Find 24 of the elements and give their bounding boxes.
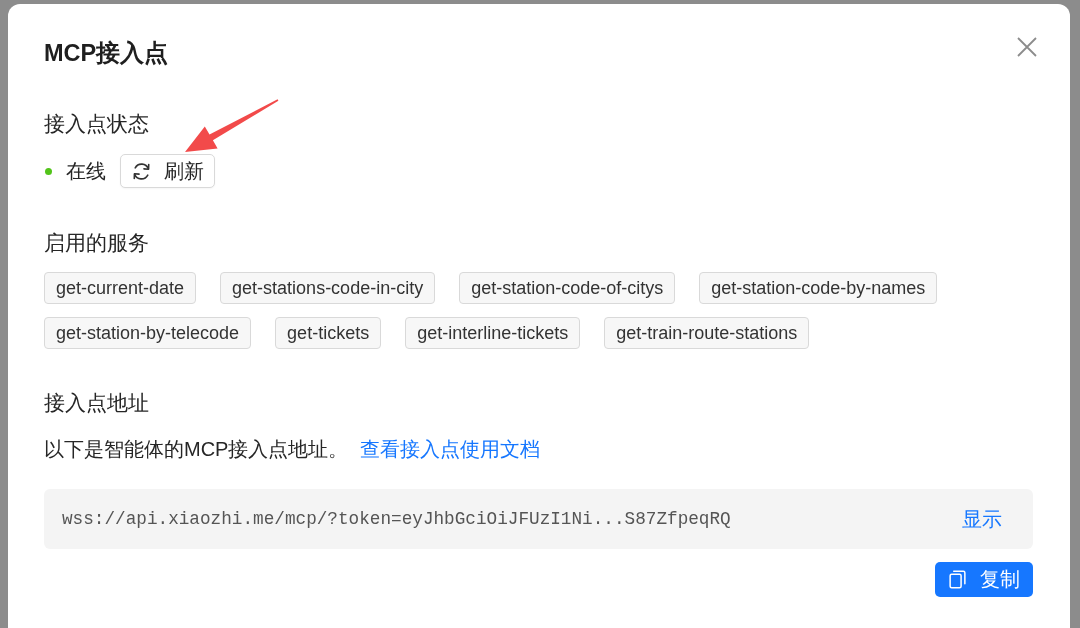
dialog-title: MCP接入点 bbox=[44, 39, 169, 68]
copy-icon bbox=[949, 570, 966, 589]
doc-link[interactable]: 查看接入点使用文档 bbox=[360, 436, 541, 462]
refresh-icon bbox=[132, 161, 151, 181]
status-label: 在线 bbox=[66, 159, 106, 184]
service-tag: get-stations-code-in-city bbox=[220, 272, 436, 304]
service-tag: get-station-code-by-names bbox=[699, 272, 938, 304]
show-link[interactable]: 显示 bbox=[962, 505, 1002, 533]
section-heading: 接入点地址 bbox=[44, 390, 150, 416]
refresh-button[interactable]: 刷新 bbox=[120, 154, 215, 188]
copy-button[interactable]: 复制 bbox=[935, 562, 1033, 597]
service-tag: get-train-route-stations bbox=[604, 317, 810, 349]
section-heading: 接入点状态 bbox=[44, 111, 150, 137]
service-tag: get-station-code-of-citys bbox=[459, 272, 676, 304]
close-icon[interactable] bbox=[1017, 37, 1037, 57]
address-description: 以下是智能体的MCP接入点地址。 bbox=[44, 437, 349, 462]
endpoint-address-text: wss://api.xiaozhi.me/mcp/?token=eyJhbGciOiJFUzI1Ni...S87ZfpeqRQ bbox=[62, 509, 731, 529]
service-tag: get-tickets bbox=[275, 317, 382, 349]
service-tag: get-station-by-telecode bbox=[44, 317, 252, 349]
endpoint-address-field[interactable]: wss://api.xiaozhi.me/mcp/?token=eyJhbGciOiJFUzI1Ni...S87ZfpeqRQ 显示 bbox=[44, 489, 1033, 549]
section-heading: 启用的服务 bbox=[44, 230, 150, 256]
service-tag: get-current-date bbox=[44, 272, 197, 304]
annotation-arrow-icon bbox=[185, 99, 279, 152]
service-tag: get-interline-tickets bbox=[405, 317, 581, 349]
